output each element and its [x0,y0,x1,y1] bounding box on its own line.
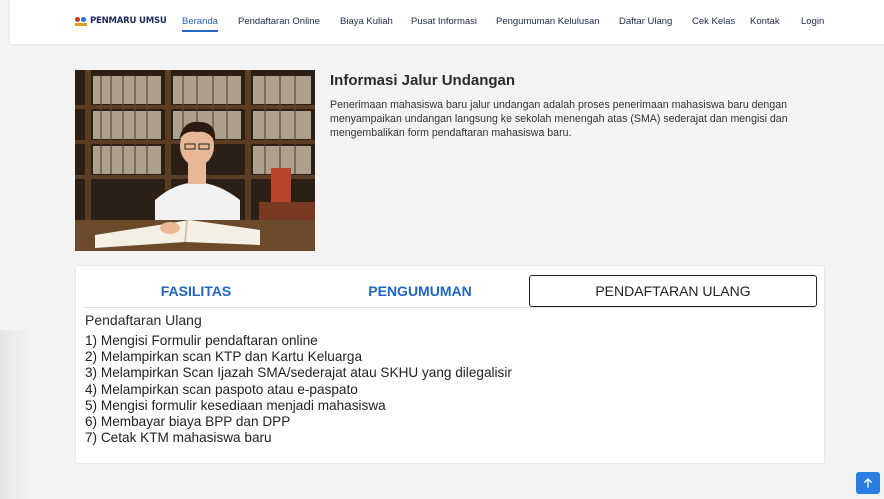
nav-item-pengumuman-kelulusan[interactable]: Pengumuman Kelulusan [496,16,600,27]
nav-item-beranda[interactable]: Beranda [182,16,218,32]
tab-fasilitas[interactable]: FASILITAS [84,275,308,307]
nav-item-kontak[interactable]: Kontak [750,16,780,27]
info-description: Penerimaan mahasiswa baru jalur undangan… [330,99,788,139]
nav-item-cek-kelas[interactable]: Cek Kelas [692,16,735,27]
list-item: 5) Mengisi formulir kesediaan menjadi ma… [85,397,386,413]
tab-bar: FASILITAS PENGUMUMAN PENDAFTARAN ULANG [84,275,818,308]
nav-item-daftar-ulang[interactable]: Daftar Ulang [619,16,672,27]
arrow-up-icon [864,478,872,488]
nav-item-pusat-informasi[interactable]: Pusat Informasi [411,16,477,27]
nav-item-biaya-kuliah[interactable]: Biaya Kuliah [340,16,393,27]
nav-item-login[interactable]: Login [801,16,824,27]
list-item: 4) Melampirkan scan paspoto atau e-paspa… [85,381,358,397]
info-tabs-card: FASILITAS PENGUMUMAN PENDAFTARAN ULANG P… [75,265,825,464]
info-title: Informasi Jalur Undangan [330,72,516,89]
brand-name: PENMARU UMSU [90,16,167,26]
list-item: 6) Membayar biaya BPP dan DPP [85,414,291,430]
umsu-logo-icon [75,16,87,26]
tab-pengumuman[interactable]: PENGUMUMAN [308,275,532,307]
panel-title: Pendaftaran Ulang [85,312,202,328]
brand-logo[interactable]: PENMARU UMSU [75,16,167,26]
tab-pendaftaran-ulang[interactable]: PENDAFTARAN ULANG [529,275,817,307]
list-item: 3) Melampirkan Scan Ijazah SMA/sederajat… [85,365,512,381]
list-item: 2) Melampirkan scan KTP dan Kartu Keluar… [85,349,363,365]
list-item: 1) Mengisi Formulir pendaftaran online [85,333,318,348]
top-navbar: PENMARU UMSU Beranda Pendaftaran Online … [10,0,884,44]
steps-list: 1) Mengisi Formulir pendaftaran online 2… [85,333,512,446]
student-studying-image [75,70,315,251]
library-photo [75,70,315,251]
back-to-top-button[interactable] [856,472,880,494]
list-item: 7) Cetak KTM mahasiswa baru [85,430,272,446]
nav-item-pendaftaran-online[interactable]: Pendaftaran Online [238,16,320,27]
background-watermark [0,330,30,499]
